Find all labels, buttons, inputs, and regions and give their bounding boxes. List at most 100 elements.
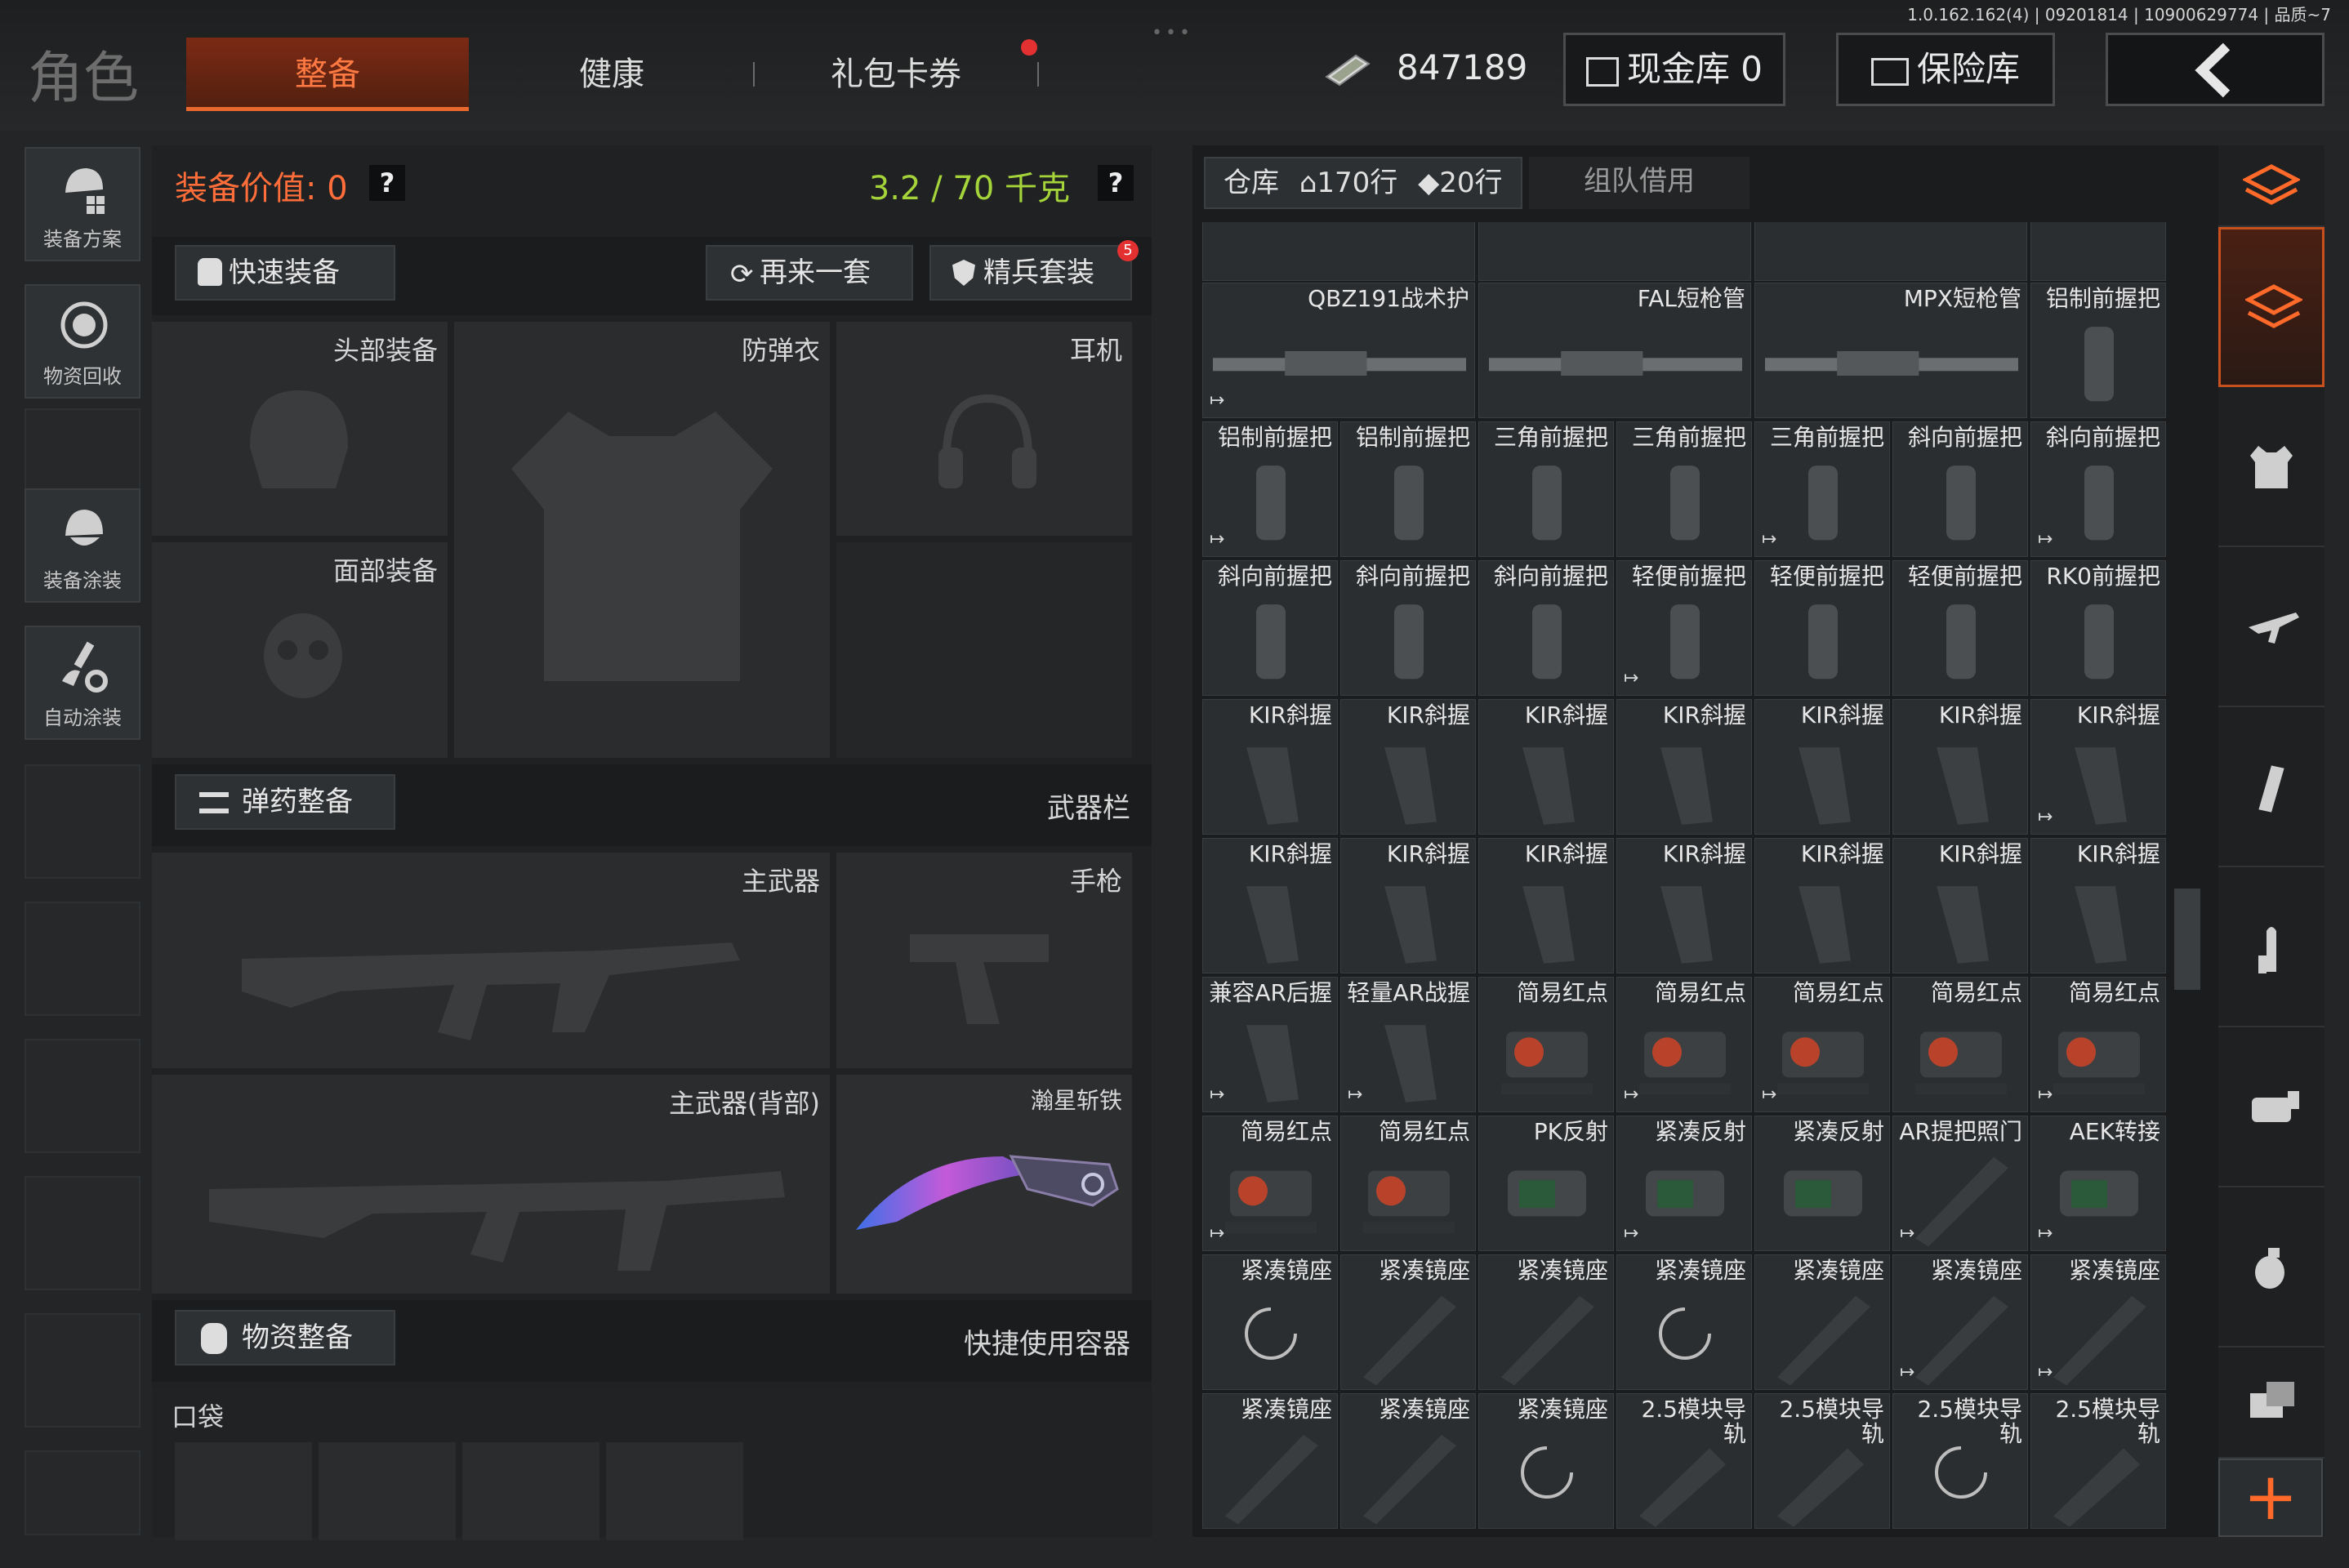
warehouse-item[interactable]: 三角前握把 — [1616, 421, 1752, 557]
tab-gift-cards[interactable]: 礼包卡券 — [755, 38, 1037, 111]
warehouse-item[interactable]: KIR斜握 — [1754, 699, 1890, 835]
category-magazines[interactable] — [2218, 707, 2324, 867]
primary-weapon-slot[interactable]: 主武器 — [152, 853, 830, 1068]
value-help-button[interactable]: ? — [369, 165, 405, 201]
warehouse-item[interactable]: KIR斜握 — [1340, 838, 1476, 973]
warehouse-item[interactable]: AEK转接 ↦ — [2030, 1116, 2166, 1251]
warehouse-item-partial[interactable] — [1202, 222, 1475, 281]
warehouse-item[interactable]: 简易红点 ↦ — [2030, 977, 2166, 1112]
warehouse-scrollbar[interactable] — [2174, 889, 2200, 990]
quick-equip-button[interactable]: 快速装备 — [175, 245, 395, 301]
warehouse-item[interactable]: KIR斜握 — [1340, 699, 1476, 835]
warehouse-item[interactable]: 斜向前握把 — [1202, 560, 1338, 696]
warehouse-item[interactable]: MPX短枪管 — [1754, 283, 2027, 418]
sidebar-item-skins[interactable]: 装备涂装 — [25, 488, 140, 603]
warehouse-item[interactable]: QBZ191战术护 ↦ — [1202, 283, 1475, 418]
safe-button[interactable]: 保险库 — [1836, 33, 2055, 106]
warehouse-item[interactable]: 铝制前握把 — [1340, 421, 1476, 557]
warehouse-item[interactable]: 简易红点 — [1340, 1116, 1476, 1251]
warehouse-item[interactable]: 2.5模块导轨 — [1754, 1393, 1890, 1529]
warehouse-item[interactable]: KIR斜握 — [2030, 838, 2166, 973]
sidebar-item-auto-skin[interactable]: 自动涂装 — [25, 626, 140, 740]
back-weapon-slot[interactable]: 主武器(背部) — [152, 1075, 830, 1294]
tab-health[interactable]: 健康 — [470, 38, 753, 111]
warehouse-item[interactable]: 2.5模块导轨 — [1616, 1393, 1752, 1529]
warehouse-item[interactable]: KIR斜握 — [1478, 838, 1614, 973]
warehouse-item[interactable]: 三角前握把 ↦ — [1754, 421, 1890, 557]
warehouse-item[interactable]: KIR斜握 — [1616, 699, 1752, 835]
category-throwables[interactable] — [2218, 1187, 2324, 1348]
warehouse-item[interactable]: AR提把照门 ↦ — [1892, 1116, 2028, 1251]
warehouse-item[interactable]: 紧凑镜座 — [1202, 1393, 1338, 1529]
warehouse-item-partial[interactable] — [2030, 222, 2166, 281]
category-ammo[interactable] — [2218, 867, 2324, 1027]
warehouse-item[interactable]: 紧凑反射 — [1754, 1116, 1890, 1251]
warehouse-item[interactable]: 紧凑镜座 — [1616, 1254, 1752, 1390]
warehouse-item[interactable]: KIR斜握 — [1202, 699, 1338, 835]
warehouse-item[interactable]: FAL短枪管 — [1478, 283, 1751, 418]
pocket-slot[interactable] — [175, 1442, 312, 1540]
pocket-slot[interactable] — [462, 1442, 600, 1540]
warehouse-item[interactable]: 紧凑反射 ↦ — [1616, 1116, 1752, 1251]
warehouse-item[interactable]: 紧凑镜座 — [1478, 1393, 1614, 1529]
weight-help-button[interactable]: ? — [1098, 165, 1134, 201]
tab-team-borrow[interactable]: 组队借用 — [1529, 157, 1749, 209]
warehouse-item[interactable]: KIR斜握 — [1478, 699, 1614, 835]
supply-loadout-button[interactable]: 物资整备 — [175, 1310, 395, 1365]
pocket-slot[interactable] — [319, 1442, 456, 1540]
warehouse-item[interactable]: 2.5模块导轨 — [2030, 1393, 2166, 1529]
body-armor-slot[interactable]: 防弹衣 — [454, 322, 830, 758]
face-gear-slot[interactable]: 面部装备 — [152, 542, 448, 758]
warehouse-item[interactable]: KIR斜握 — [1616, 838, 1752, 973]
sidebar-item-recycle[interactable]: 物资回收 — [25, 284, 140, 399]
warehouse-item-partial[interactable] — [1754, 222, 2027, 281]
tab-warehouse[interactable]: 仓库 ⌂170行 ◆20行 — [1204, 157, 1522, 209]
warehouse-item[interactable]: 轻便前握把 — [1754, 560, 1890, 696]
warehouse-item[interactable]: 斜向前握把 — [1340, 560, 1476, 696]
tab-loadout[interactable]: 整备 — [186, 38, 469, 111]
warehouse-item[interactable]: KIR斜握 ↦ — [2030, 699, 2166, 835]
warehouse-item[interactable]: 紧凑镜座 ↦ — [2030, 1254, 2166, 1390]
warehouse-item[interactable]: 紧凑镜座 — [1754, 1254, 1890, 1390]
warehouse-item[interactable]: 铝制前握把 ↦ — [1202, 421, 1338, 557]
warehouse-item-partial[interactable] — [1478, 222, 1751, 281]
category-armor[interactable] — [2218, 387, 2324, 547]
add-button[interactable]: + — [2218, 1459, 2323, 1537]
warehouse-item[interactable]: PK反射 — [1478, 1116, 1614, 1251]
warehouse-item[interactable]: 轻量AR战握 ↦ — [1340, 977, 1476, 1112]
warehouse-item[interactable]: 简易红点 ↦ — [1202, 1116, 1338, 1251]
pocket-slot[interactable] — [606, 1442, 743, 1540]
warehouse-item[interactable]: 简易红点 — [1478, 977, 1614, 1112]
repeat-loadout-button[interactable]: ⟳ 再来一套 — [706, 245, 913, 301]
warehouse-item[interactable]: 2.5模块导轨 — [1892, 1393, 2028, 1529]
warehouse-item[interactable]: 紧凑镜座 — [1202, 1254, 1338, 1390]
warehouse-item[interactable]: 斜向前握把 — [1478, 560, 1614, 696]
category-attachments[interactable] — [2218, 1027, 2324, 1187]
head-gear-slot[interactable]: 头部装备 — [152, 322, 448, 536]
warehouse-item[interactable]: 简易红点 ↦ — [1754, 977, 1890, 1112]
back-button[interactable] — [2106, 33, 2324, 106]
elite-kit-button[interactable]: 精兵套装 — [929, 245, 1132, 301]
category-supplies[interactable] — [2218, 1348, 2324, 1459]
warehouse-item[interactable]: 兼容AR后握 ↦ — [1202, 977, 1338, 1112]
warehouse-item[interactable]: RK0前握把 — [2030, 560, 2166, 696]
warehouse-item[interactable]: KIR斜握 — [1892, 838, 2028, 973]
warehouse-item[interactable]: KIR斜握 — [1892, 699, 2028, 835]
warehouse-item[interactable]: 轻便前握把 ↦ — [1616, 560, 1752, 696]
warehouse-item[interactable]: 紧凑镜座 — [1340, 1254, 1476, 1390]
warehouse-item[interactable]: 斜向前握把 ↦ — [2030, 421, 2166, 557]
warehouse-item[interactable]: 三角前握把 — [1478, 421, 1614, 557]
sidebar-item-loadout-plans[interactable]: 装备方案 — [25, 147, 140, 261]
category-all[interactable] — [2218, 145, 2324, 227]
cash-vault-button[interactable]: 现金库 0 — [1563, 33, 1785, 106]
warehouse-item[interactable]: 斜向前握把 — [1892, 421, 2028, 557]
warehouse-item[interactable]: KIR斜握 — [1754, 838, 1890, 973]
warehouse-item[interactable]: 紧凑镜座 — [1478, 1254, 1614, 1390]
warehouse-item[interactable]: 紧凑镜座 ↦ — [1892, 1254, 2028, 1390]
melee-slot[interactable]: 瀚星斩铁 — [836, 1075, 1132, 1294]
category-storage[interactable] — [2218, 227, 2324, 387]
pistol-slot[interactable]: 手枪 — [836, 853, 1132, 1068]
headset-slot[interactable]: 耳机 — [836, 322, 1132, 536]
category-weapons[interactable] — [2218, 547, 2324, 707]
warehouse-item[interactable]: 简易红点 — [1892, 977, 2028, 1112]
